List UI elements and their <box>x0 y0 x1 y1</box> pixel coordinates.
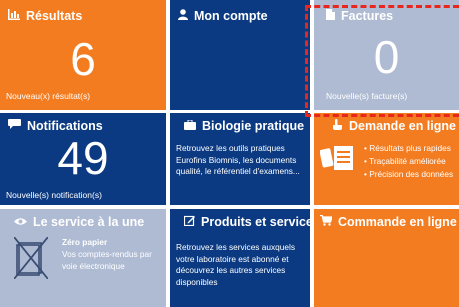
tile-produits-et-services[interactable]: Produits et services Retrouvez les servi… <box>170 209 310 307</box>
tile-title: Biologie pratique <box>202 119 305 133</box>
tile-produits-header: Produits et services <box>183 215 310 229</box>
tile-title: Demande en ligne <box>349 119 456 133</box>
chat-icon <box>8 119 21 133</box>
invoice-count: 0 <box>373 31 400 83</box>
touch-icon <box>332 119 343 133</box>
tile-title: Commande en ligne <box>338 215 457 229</box>
tile-demande-header: Demande en ligne <box>332 119 456 133</box>
cart-icon <box>320 214 333 229</box>
service-subtitle: Zéro papier <box>62 237 108 247</box>
document-icon <box>326 9 335 23</box>
result-count: 6 <box>70 33 96 85</box>
edit-icon <box>183 215 195 229</box>
eye-icon <box>14 215 27 229</box>
tile-resultats[interactable]: Résultats 6 Nouveau(x) résultat(s) <box>0 0 166 110</box>
list-item: Traçabilité améliorée <box>364 155 453 168</box>
bar-chart-icon <box>8 9 20 23</box>
tile-description: Retrouvez les outils pratiques Eurofins … <box>176 143 300 176</box>
tile-title: Produits et services <box>201 215 310 229</box>
tile-title: Le service à la une <box>33 215 145 229</box>
list-item: Précision des données <box>364 168 453 181</box>
tile-description: Retrouvez les services auxquels votre la… <box>176 242 295 287</box>
tile-title: Résultats <box>26 9 83 23</box>
tile-resultats-header: Résultats <box>8 9 82 23</box>
phone-form-icon <box>319 143 354 178</box>
tile-footer: Nouvelle(s) notification(s) <box>6 190 102 200</box>
tile-factures[interactable]: Factures 0 Nouvelle(s) facture(s) <box>314 0 459 110</box>
tile-commande-en-ligne[interactable]: Commande en ligne <box>314 209 459 307</box>
tile-factures-header: Factures <box>326 9 393 23</box>
tile-demande-en-ligne[interactable]: Demande en ligne Résultats plus rapides … <box>314 113 459 205</box>
tile-title: Notifications <box>27 119 103 133</box>
tile-title: Mon compte <box>194 9 268 23</box>
tile-notifications-header: Notifications <box>8 119 103 133</box>
tile-service-header: Le service à la une <box>14 215 144 229</box>
tile-footer: Nouveau(x) résultat(s) <box>6 91 91 101</box>
tile-title: Factures <box>341 9 394 23</box>
tile-service-a-la-une[interactable]: Le service à la une Zéro papier Vos comp… <box>0 209 166 307</box>
user-icon <box>178 9 188 23</box>
no-paper-icon <box>13 236 49 284</box>
tile-description: Vos comptes-rendus par voie électronique <box>62 249 152 271</box>
briefcase-icon <box>184 119 196 133</box>
tile-mon-compte[interactable]: Mon compte <box>170 0 310 110</box>
tile-mon-compte-header: Mon compte <box>178 9 268 23</box>
notification-count: 49 <box>57 132 109 184</box>
tile-footer: Nouvelle(s) facture(s) <box>326 91 408 101</box>
feature-list: Résultats plus rapides Traçabilité améli… <box>364 142 453 181</box>
tile-commande-header: Commande en ligne <box>320 214 457 229</box>
tile-biologie-pratique[interactable]: Biologie pratique Retrouvez les outils p… <box>170 113 310 205</box>
list-item: Résultats plus rapides <box>364 142 453 155</box>
tile-biologie-header: Biologie pratique <box>184 119 304 133</box>
tile-notifications[interactable]: Notifications 49 Nouvelle(s) notificatio… <box>0 113 166 205</box>
